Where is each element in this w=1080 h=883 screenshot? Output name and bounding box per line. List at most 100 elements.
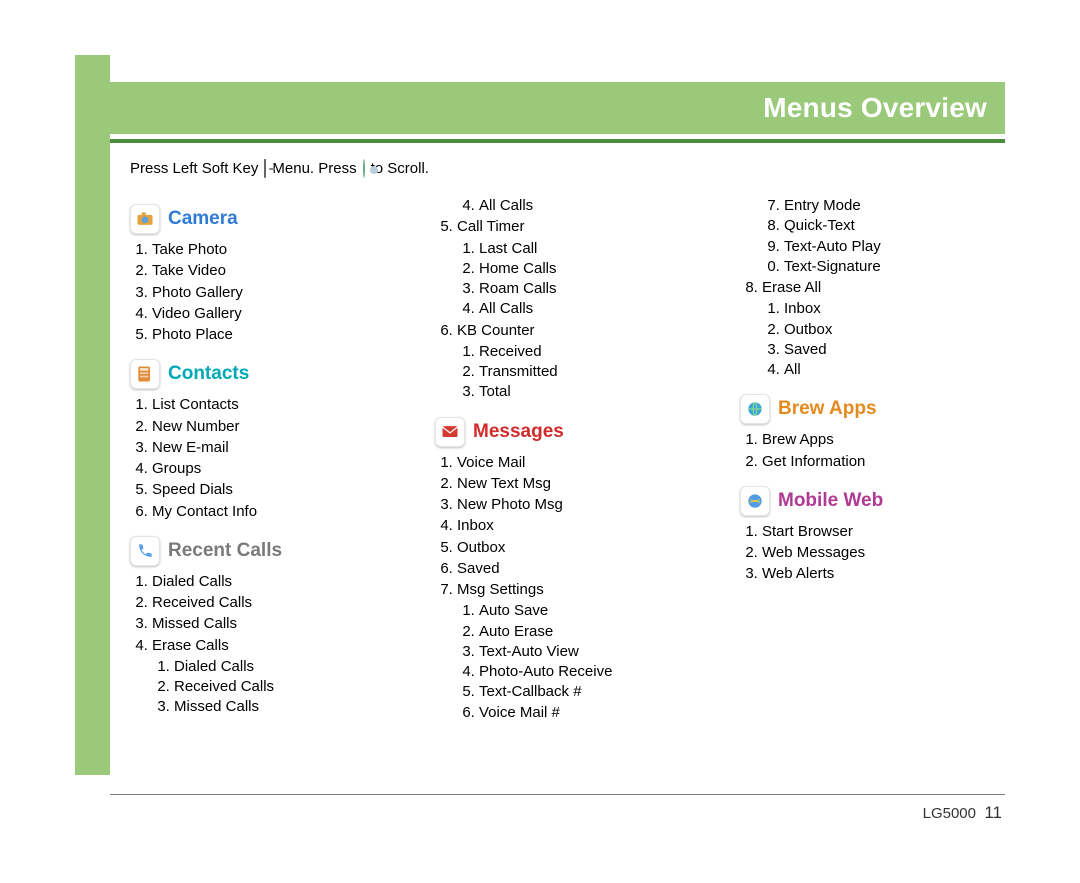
list-item-label: KB Counter xyxy=(457,322,535,339)
list-item: Photo Gallery xyxy=(152,283,395,303)
instruction-text-1: Press Left Soft Key xyxy=(130,160,258,178)
section-header-mobile-web: Mobile Web xyxy=(740,486,1005,516)
list-item: Total xyxy=(479,382,700,402)
section-title-recent-calls: Recent Calls xyxy=(168,538,282,564)
list-item: Last Call xyxy=(479,239,700,259)
list-item: Saved xyxy=(784,340,1005,360)
list-item: Photo-Auto Receive xyxy=(479,662,700,682)
section-brew-apps: Brew Apps Brew Apps Get Information xyxy=(740,394,1005,472)
page-content: Press Left Soft Key Menu. Press to Scrol… xyxy=(130,160,1005,793)
list-item: Outbox xyxy=(784,320,1005,340)
list-item: Saved xyxy=(457,559,700,579)
section-camera: Camera Take Photo Take Video Photo Galle… xyxy=(130,204,395,345)
list-item: New Number xyxy=(152,417,395,437)
list-item: Transmitted xyxy=(479,362,700,382)
call-timer-sublist: Last Call Home Calls Roam Calls All Call… xyxy=(479,239,700,320)
softkey-icon xyxy=(264,160,266,178)
list-item: KB Counter Received Transmitted Total xyxy=(457,321,700,403)
list-item: Voice Mail xyxy=(457,453,700,473)
recent-calls-icon xyxy=(130,536,160,566)
instruction-text-3: to Scroll. xyxy=(371,160,429,178)
list-item: My Contact Info xyxy=(152,502,395,522)
section-title-mobile-web: Mobile Web xyxy=(778,488,883,514)
contacts-list: List Contacts New Number New E-mail Grou… xyxy=(152,395,395,522)
list-item: Take Video xyxy=(152,261,395,281)
mobile-web-list: Start Browser Web Messages Web Alerts xyxy=(762,522,1005,585)
list-item: Missed Calls xyxy=(174,697,395,717)
list-item: Call Timer Last Call Home Calls Roam Cal… xyxy=(457,217,700,319)
list-item: Take Photo xyxy=(152,240,395,260)
section-header-messages: Messages xyxy=(435,417,700,447)
list-item: New Photo Msg xyxy=(457,495,700,515)
section-title-messages: Messages xyxy=(473,419,564,445)
list-item: All Calls xyxy=(479,196,700,216)
section-header-camera: Camera xyxy=(130,204,395,234)
erase-all-sublist: Inbox Outbox Saved All xyxy=(784,299,1005,380)
list-item: Inbox xyxy=(457,516,700,536)
list-item: Text-Auto View xyxy=(479,642,700,662)
list-item: Home Calls xyxy=(479,259,700,279)
list-item: Dialed Calls xyxy=(152,572,395,592)
list-item: Voice Mail # xyxy=(479,703,700,723)
list-item: Erase All Inbox Outbox Saved All xyxy=(762,278,1005,380)
instruction-text-2: Menu. Press xyxy=(272,160,356,178)
list-item: All xyxy=(784,360,1005,380)
mobile-web-icon xyxy=(740,486,770,516)
list-item: New Text Msg xyxy=(457,474,700,494)
section-title-camera: Camera xyxy=(168,206,238,232)
list-item: All Calls xyxy=(479,299,700,319)
list-item: Photo Place xyxy=(152,325,395,345)
brew-apps-icon xyxy=(740,394,770,424)
list-item: Inbox xyxy=(784,299,1005,319)
page-footer: LG5000 11 xyxy=(923,803,1002,823)
list-item: Text-Signature xyxy=(784,257,1005,277)
menu-columns: Camera Take Photo Take Video Photo Galle… xyxy=(130,196,1005,736)
manual-page: Menus Overview Press Left Soft Key Menu.… xyxy=(0,0,1080,883)
list-item: Speed Dials xyxy=(152,480,395,500)
list-item: Brew Apps xyxy=(762,430,1005,450)
list-item: Received Calls xyxy=(174,677,395,697)
section-header-brew-apps: Brew Apps xyxy=(740,394,1005,424)
page-title: Menus Overview xyxy=(763,92,987,124)
brew-apps-list: Brew Apps Get Information xyxy=(762,430,1005,472)
section-title-contacts: Contacts xyxy=(168,361,249,387)
contacts-icon xyxy=(130,359,160,389)
list-item: Received Calls xyxy=(152,593,395,613)
camera-icon xyxy=(130,204,160,234)
list-item: Auto Save xyxy=(479,601,700,621)
list-item: Dialed Calls xyxy=(174,657,395,677)
footer-page-number: 11 xyxy=(984,803,1002,822)
camera-list: Take Photo Take Video Photo Gallery Vide… xyxy=(152,240,395,345)
list-item-label: Erase All xyxy=(762,279,821,296)
page-header: Menus Overview xyxy=(110,82,1005,134)
list-item: Web Messages xyxy=(762,543,1005,563)
section-title-brew-apps: Brew Apps xyxy=(778,396,877,422)
section-mobile-web: Mobile Web Start Browser Web Messages We… xyxy=(740,486,1005,585)
list-item: Text-Auto Play xyxy=(784,237,1005,257)
footer-model: LG5000 xyxy=(923,805,976,822)
list-item: Roam Calls xyxy=(479,279,700,299)
footer-rule xyxy=(110,794,1005,796)
section-contacts: Contacts List Contacts New Number New E-… xyxy=(130,359,395,522)
section-header-recent-calls: Recent Calls xyxy=(130,536,395,566)
header-underline xyxy=(110,139,1005,143)
list-item: List Contacts xyxy=(152,395,395,415)
section-header-contacts: Contacts xyxy=(130,359,395,389)
list-item-label: Msg Settings xyxy=(457,581,544,598)
list-item: Missed Calls xyxy=(152,614,395,634)
list-item: Quick-Text xyxy=(784,216,1005,236)
left-accent-bar xyxy=(75,55,110,775)
list-item-label: Call Timer xyxy=(457,218,525,235)
list-item: Outbox xyxy=(457,538,700,558)
list-item: Entry Mode xyxy=(784,196,1005,216)
kb-counter-sublist: Received Transmitted Total xyxy=(479,342,700,403)
messages-icon xyxy=(435,417,465,447)
list-item: Get Information xyxy=(762,452,1005,472)
list-item: New E-mail xyxy=(152,438,395,458)
list-item: Text-Callback # xyxy=(479,682,700,702)
list-item: Video Gallery xyxy=(152,304,395,324)
list-item-label: Erase Calls xyxy=(152,637,229,654)
list-item: Groups xyxy=(152,459,395,479)
list-item: Web Alerts xyxy=(762,564,1005,584)
list-item: Start Browser xyxy=(762,522,1005,542)
